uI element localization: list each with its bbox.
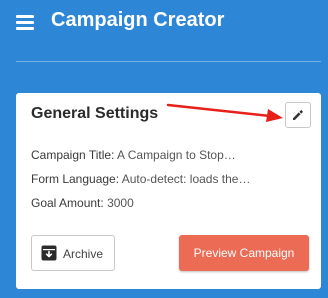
field-value: A Campaign to Stop…	[117, 148, 236, 162]
form-language-field: Form Language: Auto-detect: loads the…	[31, 172, 311, 186]
hamburger-menu-icon[interactable]	[16, 15, 34, 30]
annotation-arrow	[166, 103, 283, 122]
field-value: 3000	[107, 196, 134, 210]
field-value: Auto-detect: loads the…	[121, 172, 251, 186]
archive-button[interactable]: Archive	[31, 235, 115, 271]
preview-campaign-button[interactable]: Preview Campaign	[179, 235, 309, 271]
field-label: Goal Amount:	[31, 196, 104, 210]
general-settings-card: General Settings Campaign Title: A Campa…	[16, 93, 321, 289]
field-label: Campaign Title:	[31, 148, 115, 162]
campaign-title-field: Campaign Title: A Campaign to Stop…	[31, 148, 311, 162]
field-label: Form Language:	[31, 172, 120, 186]
header-divider	[16, 61, 321, 62]
goal-amount-field: Goal Amount: 3000	[31, 196, 311, 210]
app-header: Campaign Creator	[0, 0, 328, 46]
archive-box-icon	[41, 245, 57, 261]
preview-campaign-label: Preview Campaign	[193, 246, 295, 260]
app-title: Campaign Creator	[51, 9, 225, 31]
pencil-icon	[293, 110, 303, 120]
archive-label: Archive	[63, 247, 104, 261]
edit-button[interactable]	[285, 102, 311, 128]
card-title: General Settings	[31, 105, 159, 122]
